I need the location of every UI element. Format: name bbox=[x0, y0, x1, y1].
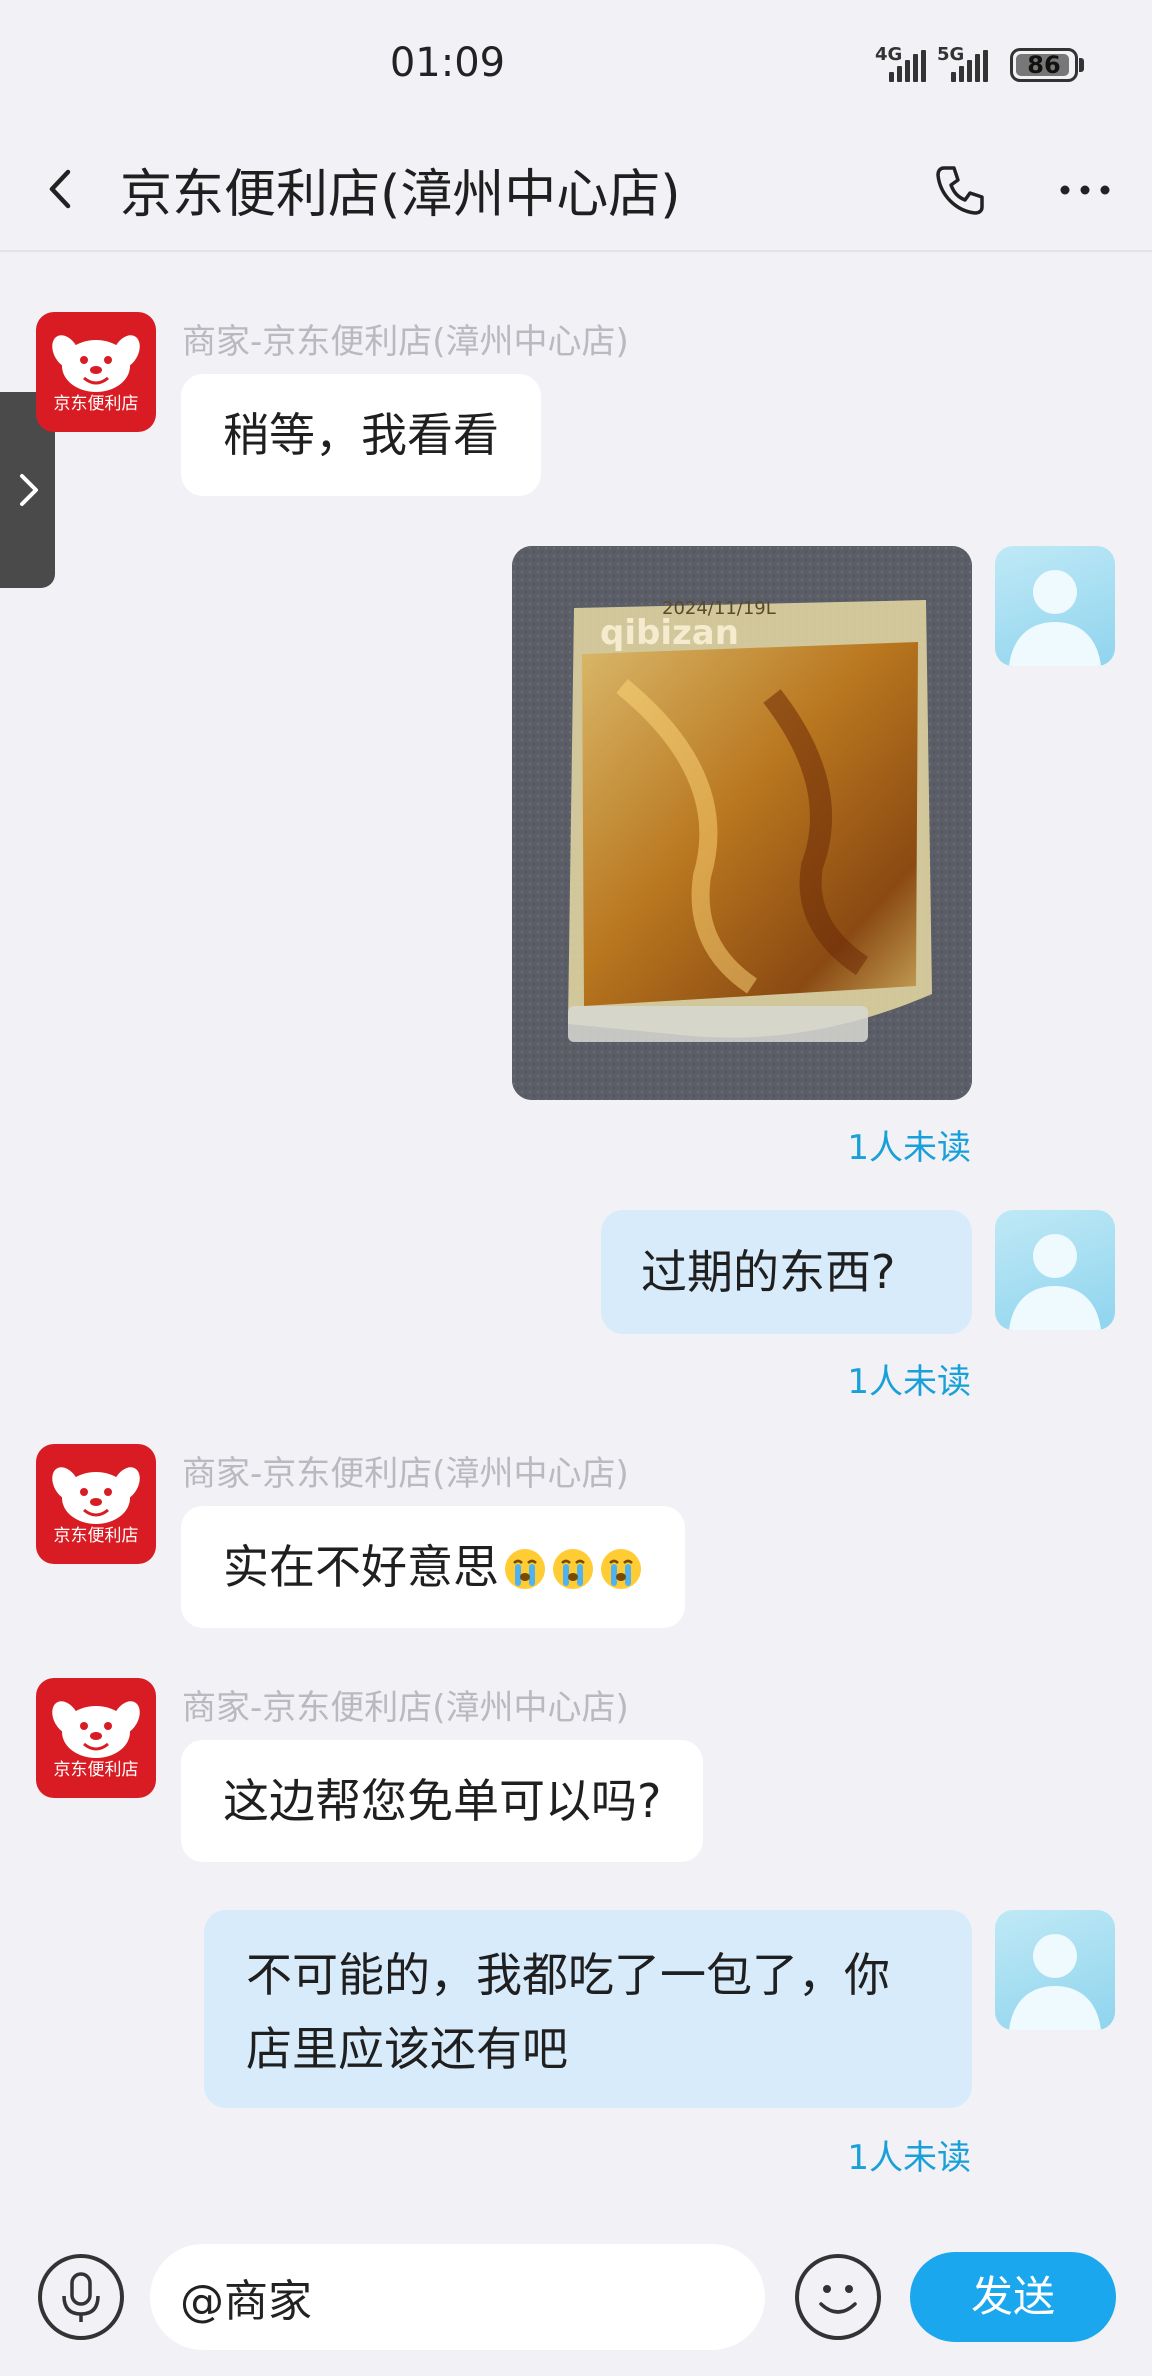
message-bubble-outgoing[interactable]: 不可能的，我都吃了一包了，你 店里应该还有吧 bbox=[204, 1910, 972, 2108]
message-input[interactable] bbox=[150, 2244, 765, 2350]
crying-emoji-icon bbox=[505, 1549, 545, 1589]
crying-emoji-icon bbox=[553, 1549, 593, 1589]
crying-emoji-icon bbox=[601, 1549, 641, 1589]
message-text-line: 不可能的，我都吃了一包了，你 bbox=[246, 1948, 890, 2002]
svg-text:2024/11/19L: 2024/11/19L bbox=[662, 598, 776, 619]
sender-name: 商家-京东便利店(漳州中心店) bbox=[182, 1454, 629, 1494]
read-status[interactable]: 1人未读 bbox=[847, 2130, 971, 2179]
read-status[interactable]: 1人未读 bbox=[847, 1120, 971, 1169]
message-bubble-incoming[interactable]: 实在不好意思 bbox=[181, 1506, 685, 1628]
message-text-line: 店里应该还有吧 bbox=[246, 2022, 568, 2076]
page-title: 京东便利店(漳州中心店) bbox=[120, 165, 681, 225]
send-button[interactable]: 发送 bbox=[910, 2252, 1116, 2342]
store-avatar[interactable]: 京东便利店 bbox=[36, 312, 156, 432]
message-text: 实在不好意思 bbox=[223, 1540, 499, 1594]
composer-bar: 发送 bbox=[0, 2220, 1152, 2376]
chevron-right-icon bbox=[20, 474, 38, 506]
user-avatar[interactable] bbox=[995, 1210, 1115, 1330]
message-image[interactable]: qibizan 2024/11/19L bbox=[512, 546, 972, 1100]
signal-4g-icon: 4G bbox=[875, 46, 935, 86]
back-icon[interactable] bbox=[40, 164, 80, 214]
message-bubble-incoming[interactable]: 这边帮您免单可以吗? bbox=[181, 1740, 704, 1862]
status-bar: 01:09 4G 5G 86 bbox=[0, 0, 1152, 130]
message-bubble-outgoing[interactable]: 过期的东西? bbox=[601, 1210, 972, 1334]
signal-5g-icon: 5G bbox=[937, 46, 997, 86]
more-icon[interactable] bbox=[1055, 160, 1115, 220]
battery-icon: 86 bbox=[1010, 48, 1078, 82]
store-avatar[interactable]: 京东便利店 bbox=[36, 1678, 156, 1798]
chat-header: 京东便利店(漳州中心店) bbox=[0, 130, 1152, 252]
user-avatar[interactable] bbox=[995, 546, 1115, 666]
phone-icon[interactable] bbox=[930, 160, 990, 220]
battery-tip bbox=[1079, 58, 1084, 72]
status-time: 01:09 bbox=[389, 40, 506, 86]
microphone-icon[interactable] bbox=[38, 2254, 124, 2340]
image-package-text: qibizan bbox=[600, 613, 739, 653]
message-bubble-incoming[interactable]: 稍等，我看看 bbox=[181, 374, 541, 496]
emoji-icon[interactable] bbox=[795, 2254, 881, 2340]
store-avatar[interactable]: 京东便利店 bbox=[36, 1444, 156, 1564]
sender-name: 商家-京东便利店(漳州中心店) bbox=[182, 322, 629, 362]
user-avatar[interactable] bbox=[995, 1910, 1115, 2030]
read-status[interactable]: 1人未读 bbox=[847, 1354, 971, 1403]
sender-name: 商家-京东便利店(漳州中心店) bbox=[182, 1688, 629, 1728]
